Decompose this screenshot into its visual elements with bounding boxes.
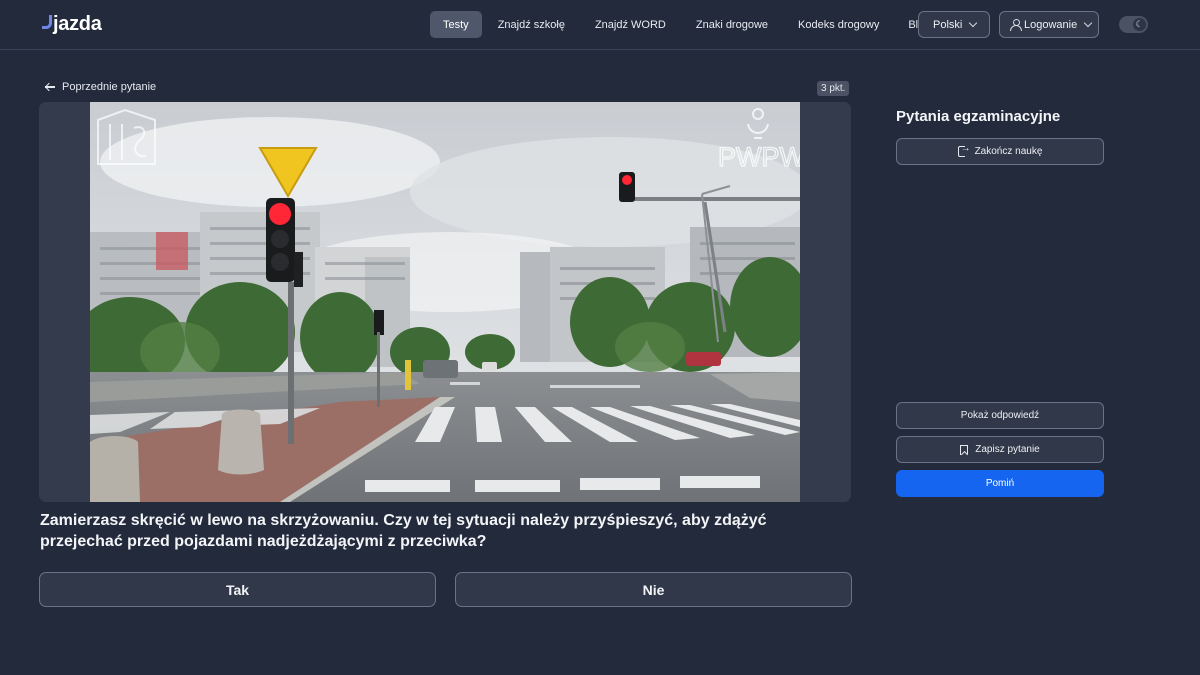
language-select[interactable]: Polski (918, 11, 990, 38)
previous-question-label: Poprzednie pytanie (62, 81, 157, 93)
pwpw-watermark: PWPW (718, 142, 800, 172)
show-answer-label: Pokaż odpowiedź (960, 410, 1040, 421)
theme-toggle[interactable]: ☾ (1119, 16, 1148, 33)
user-icon (1010, 19, 1022, 31)
login-label: Logowanie (1024, 18, 1078, 31)
sidebar-title: Pytania egzaminacyjne (896, 108, 1061, 125)
points-badge: 3 pkt. (817, 81, 850, 96)
language-label: Polski (933, 18, 963, 31)
nav-item-find-word[interactable]: Znajdź WORD (582, 11, 679, 38)
intersection-photo: PWPW (90, 102, 800, 502)
save-question-button[interactable]: Zapisz pytanie (896, 436, 1104, 463)
moon-icon: ☾ (1133, 18, 1146, 31)
main-nav: Testy Znajdź szkołę Znajdź WORD Znaki dr… (430, 11, 943, 38)
nav-item-find-school[interactable]: Znajdź szkołę (485, 11, 578, 38)
chevron-down-icon (969, 18, 978, 27)
nav-item-traffic-code[interactable]: Kodeks drogowy (785, 11, 892, 38)
exit-icon (957, 143, 971, 157)
bookmark-icon (960, 444, 969, 455)
finish-learning-label: Zakończ naukę (974, 146, 1043, 157)
top-navbar: jazda Testy Znajdź szkołę Znajdź WORD Zn… (0, 0, 1200, 50)
nav-item-road-signs[interactable]: Znaki drogowe (683, 11, 781, 38)
finish-learning-button[interactable]: Zakończ naukę (896, 138, 1104, 165)
previous-question-link[interactable]: Poprzednie pytanie (45, 81, 156, 93)
answer-no-button[interactable]: Nie (455, 572, 852, 607)
question-media: PWPW (39, 102, 851, 502)
arrow-left-icon (45, 82, 55, 92)
jazda-logo[interactable]: jazda (42, 12, 102, 36)
logo-mark-icon (42, 15, 52, 29)
skip-button[interactable]: Pomiń (896, 470, 1104, 497)
question-text: Zamierzasz skręcić w lewo na skrzyżowani… (40, 512, 767, 550)
save-question-label: Zapisz pytanie (975, 444, 1040, 455)
show-answer-button[interactable]: Pokaż odpowiedź (896, 402, 1104, 429)
skip-label: Pomiń (985, 478, 1015, 489)
login-button[interactable]: Logowanie (999, 11, 1099, 38)
answer-yes-button[interactable]: Tak (39, 572, 436, 607)
logo-text: jazda (53, 12, 102, 35)
nav-item-testy[interactable]: Testy (430, 11, 482, 38)
chevron-down-icon (1083, 18, 1093, 27)
